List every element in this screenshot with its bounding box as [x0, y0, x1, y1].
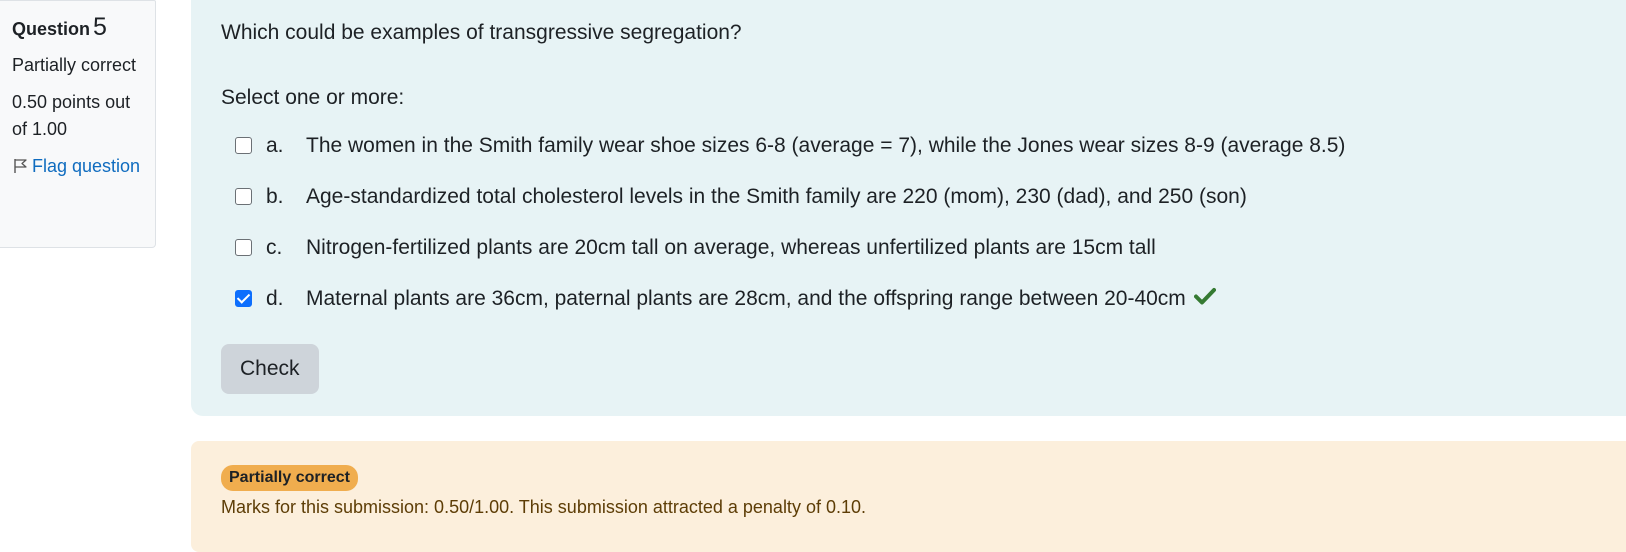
question-number: 5: [93, 13, 107, 41]
option-letter: a.: [266, 133, 284, 157]
option-letter: d.: [266, 286, 284, 310]
question-formulation: Which could be examples of transgressive…: [191, 0, 1626, 416]
question-state: Partially correct: [12, 55, 137, 75]
marks-summary: Marks for this submission: 0.50/1.00. Th…: [221, 497, 866, 517]
flag-icon: [14, 159, 27, 173]
option-text: Age-standardized total cholesterol level…: [306, 184, 1247, 208]
answer-option-b[interactable]: b. Age-standardized total cholesterol le…: [221, 171, 1596, 222]
option-text: Nitrogen-fertilized plants are 20cm tall…: [306, 235, 1156, 259]
answer-options: a. The women in the Smith family wear sh…: [221, 120, 1596, 324]
flag-question-link[interactable]: Flag question: [12, 153, 143, 180]
check-button[interactable]: Check: [221, 344, 319, 394]
option-letter: b.: [266, 184, 284, 208]
question-number-heading: Question 5: [12, 13, 143, 42]
flag-question-label: Flag question: [32, 156, 141, 176]
option-text: The women in the Smith family wear shoe …: [306, 133, 1346, 157]
option-d-checkbox[interactable]: [235, 290, 252, 307]
answer-option-d[interactable]: d. Maternal plants are 36cm, paternal pl…: [221, 273, 1596, 324]
correct-check-icon: [1193, 287, 1216, 311]
answer-option-a[interactable]: a. The women in the Smith family wear sh…: [221, 120, 1596, 171]
option-a-checkbox[interactable]: [235, 137, 252, 154]
question-grade: 0.50 points out of 1.00: [12, 92, 131, 139]
answer-prompt: Select one or more:: [221, 86, 405, 109]
question-text: Which could be examples of transgressive…: [221, 21, 742, 44]
option-text: Maternal plants are 36cm, paternal plant…: [306, 286, 1186, 310]
option-letter: c.: [266, 235, 283, 259]
question-info-panel: Question 5 Partially correct 0.50 points …: [0, 0, 156, 248]
option-c-checkbox[interactable]: [235, 239, 252, 256]
option-b-checkbox[interactable]: [235, 188, 252, 205]
status-badge: Partially correct: [221, 465, 358, 491]
feedback-panel: Partially correct Marks for this submiss…: [191, 441, 1626, 552]
question-label: Question: [12, 19, 91, 39]
answer-option-c[interactable]: c. Nitrogen-fertilized plants are 20cm t…: [221, 222, 1596, 273]
